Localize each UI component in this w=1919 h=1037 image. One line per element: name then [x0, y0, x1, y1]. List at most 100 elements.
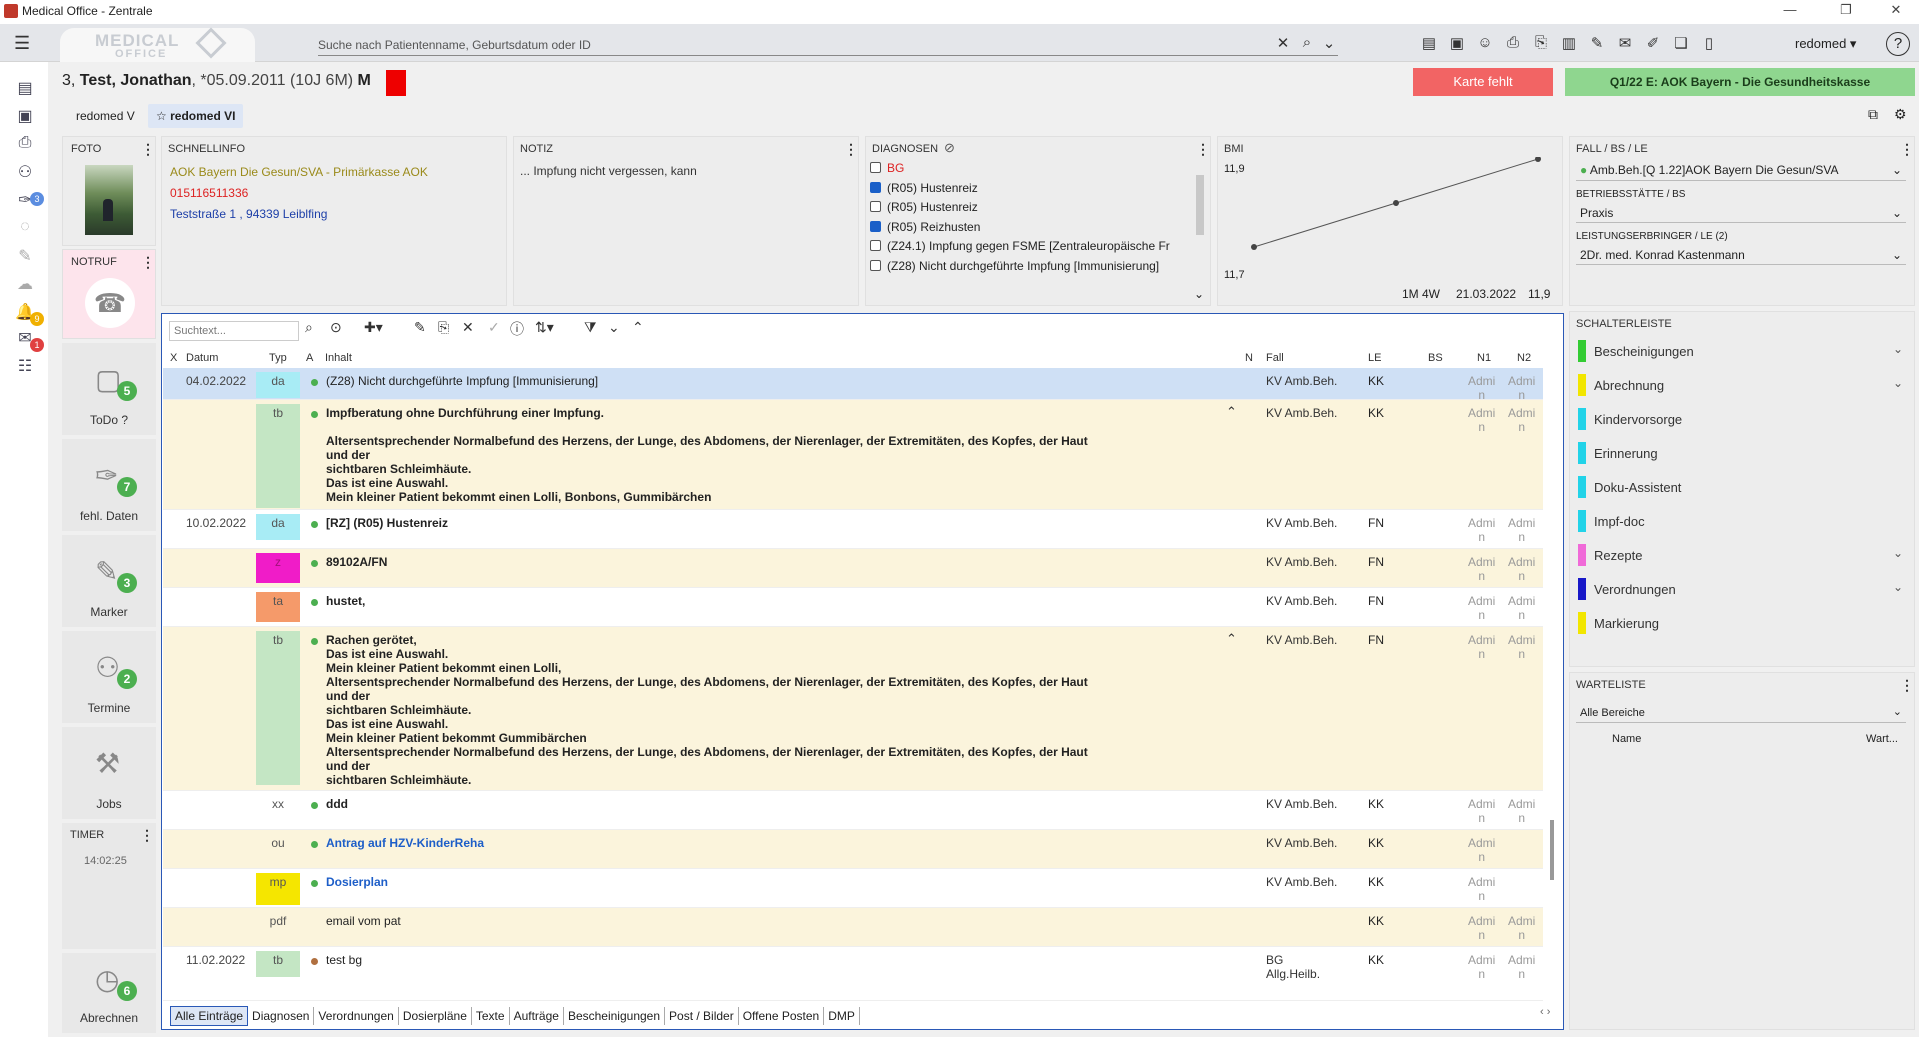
diagnosis-item[interactable]: (Z28) Nicht durchgeführte Impfung [Immun… — [870, 259, 1159, 278]
chat-icon[interactable]: ❏ — [1670, 34, 1692, 54]
more-icon[interactable]: ⋮ — [1900, 677, 1914, 694]
settings-icon[interactable]: ⚙ — [1894, 106, 1907, 123]
dmp-icon[interactable]: ◌ — [12, 218, 38, 242]
address-info[interactable]: Teststraße 1 , 94339 Leiblfing — [170, 207, 327, 221]
entry-type[interactable]: da — [256, 372, 300, 398]
filter-icon[interactable]: ⧩ — [584, 319, 597, 336]
entry-type[interactable]: xx — [256, 795, 300, 815]
collapse-icon[interactable]: ⌃ — [1226, 404, 1237, 420]
patient-search-input[interactable]: Suche nach Patientenname, Geburtsdatum o… — [318, 34, 1338, 56]
switch-item[interactable]: Erinnerung — [1578, 440, 1903, 464]
patient-card-icon[interactable]: ▣ — [1446, 34, 1468, 54]
chevron-down-icon[interactable]: ⌄ — [1893, 546, 1903, 560]
entry-type[interactable]: tb — [256, 404, 300, 508]
notiz-text[interactable]: ... Impfung nicht vergessen, kann — [520, 164, 697, 178]
bmi-point[interactable] — [1535, 157, 1541, 162]
col-x[interactable]: X — [170, 352, 177, 364]
table-row[interactable]: tb Rachen gerötet, Das ist eine Auswahl. … — [163, 627, 1543, 791]
more-icon[interactable]: ⋮ — [140, 827, 154, 844]
entry-type[interactable]: da — [256, 514, 300, 540]
edit-icon[interactable]: ✐ — [1642, 34, 1664, 54]
entry-type[interactable]: mp — [256, 873, 300, 905]
book-icon[interactable]: ▯ — [1698, 34, 1720, 54]
sort-icon[interactable]: ⇅▾ — [535, 319, 554, 336]
col-datum[interactable]: Datum — [186, 352, 218, 364]
switch-item[interactable]: Kindervorsorge — [1578, 406, 1903, 430]
status-flag[interactable] — [386, 70, 406, 96]
sign-icon[interactable]: ✎ — [1586, 34, 1608, 54]
tab-offene-posten[interactable]: Offene Posten — [739, 1007, 825, 1025]
phone-info[interactable]: 015116511336 — [170, 186, 248, 200]
switch-item[interactable]: Rezepte ⌄ — [1578, 542, 1903, 566]
tab-redomed-v[interactable]: redomed V — [68, 104, 143, 128]
col-le[interactable]: LE — [1368, 352, 1381, 364]
delete-icon[interactable]: ✕ — [462, 319, 474, 336]
col-inhalt[interactable]: Inhalt — [325, 352, 352, 364]
entry-type[interactable]: ta — [256, 592, 300, 622]
bs-select[interactable]: Praxis ⌄ — [1576, 203, 1906, 223]
print-menu-icon[interactable]: ⎙ — [12, 134, 38, 158]
journal-search-input[interactable]: Suchtext... — [169, 321, 299, 341]
chevron-down-icon[interactable]: ⌄ — [1893, 376, 1903, 390]
diagnosis-item[interactable]: BG — [870, 161, 904, 180]
todo-card[interactable]: ▢ 5 ToDo ? — [62, 343, 156, 435]
checkbox-icon[interactable] — [870, 240, 881, 252]
table-row[interactable]: 04.02.2022 da (Z28) Nicht durchgeführte Im… — [163, 368, 1543, 402]
fehl-daten-card[interactable]: ✑ 7 fehl. Daten — [62, 439, 156, 531]
copy-icon[interactable]: ⎘ — [438, 319, 449, 336]
switch-item[interactable]: Bescheinigungen ⌄ — [1578, 338, 1903, 362]
entry-content[interactable]: hustet, — [326, 594, 1106, 608]
verify-icon[interactable]: ⊘ — [944, 140, 955, 156]
karte-fehlt-button[interactable]: Karte fehlt — [1413, 68, 1553, 96]
entry-content[interactable]: Dosierplan — [326, 875, 1106, 889]
tab-dmp[interactable]: DMP — [824, 1007, 860, 1025]
tab-verordnungen[interactable]: Verordnungen — [314, 1007, 399, 1025]
edit-entry-icon[interactable]: ✎ — [414, 319, 426, 336]
le-select[interactable]: 2Dr. med. Konrad Kastenmann ⌄ — [1576, 245, 1906, 265]
entry-content[interactable]: [RZ] (R05) Hustenreiz — [326, 516, 1106, 530]
check-icon[interactable]: ✓ — [488, 319, 500, 336]
entry-content[interactable]: email vom pat — [326, 914, 1106, 928]
col-bs[interactable]: BS — [1428, 352, 1443, 364]
more-icon[interactable]: ⋮ — [844, 141, 858, 158]
tab-redomed-vi[interactable]: ☆ redomed VI — [148, 104, 244, 128]
col-name[interactable]: Name — [1612, 733, 1641, 745]
collapse-all-icon[interactable]: ⌃ — [632, 319, 644, 336]
tab-bescheinigungen[interactable]: Bescheinigungen — [564, 1007, 666, 1025]
entry-type[interactable]: tb — [256, 951, 300, 977]
diagnosis-item[interactable]: (R05) Hustenreiz — [870, 200, 978, 219]
table-row[interactable]: pdf email vom pat KK Admi n Admi n — [163, 908, 1543, 947]
checkbox-checked-icon[interactable] — [870, 181, 881, 193]
tab-diagnosen[interactable]: Diagnosen — [248, 1007, 315, 1025]
table-row[interactable]: ou Antrag auf HZV-KinderReha KV Amb.Beh. KK… — [163, 830, 1543, 869]
table-row[interactable]: 11.02.2022 tb test bg BG Allg.Heilb. KK Admi … — [163, 947, 1543, 1001]
tab-dosierpläne[interactable]: Dosierpläne — [399, 1007, 472, 1025]
printer-icon[interactable]: ⎙ — [1502, 34, 1524, 54]
card-reader-icon[interactable]: ▤ — [1418, 34, 1440, 54]
contacts-icon[interactable]: ☺ — [1474, 34, 1496, 54]
advanced-search-icon[interactable]: ⊙ — [330, 319, 342, 336]
entry-content[interactable]: Rachen gerötet, Das ist eine Auswahl. Me… — [326, 633, 1106, 787]
expand-all-icon[interactable]: ⌄ — [608, 319, 620, 336]
scroll-arrows-icon[interactable]: ‹ › — [1540, 1006, 1550, 1018]
fall-select[interactable]: ● Amb.Beh.[Q 1.22]AOK Bayern Die Gesun/S… — [1576, 161, 1906, 181]
patient-name[interactable]: Test, Jonathan — [80, 72, 192, 89]
cloud-icon[interactable]: ☁ — [12, 274, 38, 298]
more-icon[interactable]: ⋮ — [141, 254, 155, 271]
bmi-point[interactable] — [1251, 244, 1257, 250]
col-n1[interactable]: N1 — [1477, 352, 1491, 364]
table-row[interactable]: xx ddd KV Amb.Beh. KK Admi n Admi n — [163, 791, 1543, 830]
journal-scrollbar[interactable] — [1550, 820, 1554, 880]
termine-card[interactable]: ⚇ 2 Termine — [62, 631, 156, 723]
tab-texte[interactable]: Texte — [472, 1007, 510, 1025]
chevron-down-icon[interactable]: ⌄ — [1893, 342, 1903, 356]
tab-aufträge[interactable]: Aufträge — [510, 1007, 564, 1025]
entry-content[interactable]: Impfberatung ohne Durchführung einer Imp… — [326, 406, 1106, 504]
diagnosis-item[interactable]: (R05) Hustenreiz — [870, 181, 978, 200]
user-menu[interactable]: redomed ▾ — [1795, 36, 1856, 52]
insurance-button[interactable]: Q1/22 E: AOK Bayern - Die Gesundheitskas… — [1565, 68, 1915, 96]
emergency-button-icon[interactable]: ☎ — [85, 278, 135, 328]
chevron-down-icon[interactable]: ⌄ — [1318, 34, 1340, 54]
checkbox-icon[interactable] — [870, 260, 881, 271]
entry-type[interactable]: ou — [256, 834, 300, 854]
